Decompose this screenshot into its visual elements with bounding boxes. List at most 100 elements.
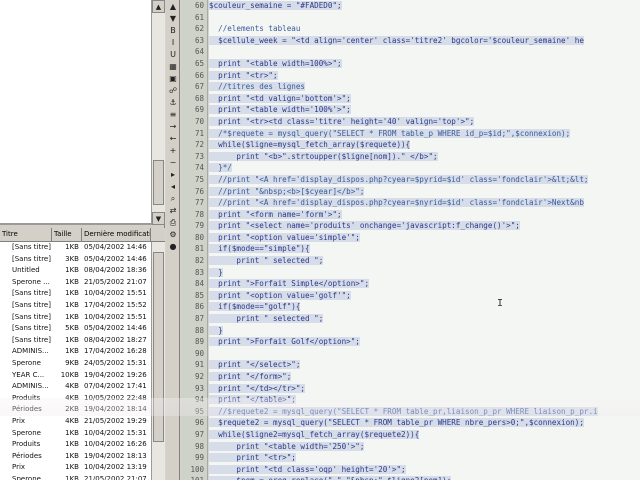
link-icon[interactable]: ☍	[167, 85, 179, 96]
file-row[interactable]: [Sans titre] 1KB 08/04/2002 18:27	[0, 335, 165, 347]
arrow-down-icon[interactable]: ▼	[167, 13, 179, 24]
column-header-title[interactable]: Titre	[0, 228, 52, 241]
line-number: 98	[194, 441, 204, 451]
file-row[interactable]: Prix 1KB 10/04/2002 13:19	[0, 462, 165, 474]
column-header-modified[interactable]: Dernière modificati	[82, 228, 151, 241]
file-row[interactable]: [Sans titre] 3KB 05/04/2002 14:46	[0, 254, 165, 266]
code-line[interactable]: if($mode=="simple"){	[209, 243, 640, 255]
code-line[interactable]: //print "&nbsp;<b>[$cyear]</b>";	[209, 186, 640, 198]
code-line[interactable]: print "<td class='oqp' height='20'>";	[209, 464, 640, 476]
record-icon[interactable]: ●	[167, 241, 179, 252]
code-line[interactable]: print "<tr>";	[209, 70, 640, 82]
table-icon[interactable]: ▦	[167, 61, 179, 72]
code-line[interactable]: print "</form>";	[209, 371, 640, 383]
scroll-thumb[interactable]	[153, 252, 164, 442]
code-text: print "<table width=100%>";	[209, 58, 342, 68]
file-row[interactable]: Sperone 1KB 21/05/2002 21:07	[0, 474, 165, 480]
code-line[interactable]: print "<tr>";	[209, 452, 640, 464]
file-row[interactable]: Sperone 9KB 24/05/2002 15:31	[0, 358, 165, 370]
code-line[interactable]: //titres des lignes	[209, 81, 640, 93]
file-row[interactable]: Produits 1KB 10/04/2002 16:26	[0, 439, 165, 451]
code-line[interactable]: $cellule_week = "<td align='center' clas…	[209, 35, 640, 47]
file-row[interactable]: Prix 4KB 21/05/2002 19:29	[0, 416, 165, 428]
code-line[interactable]: print "<select name='produits' onchange=…	[209, 220, 640, 232]
code-line[interactable]: print ">Forfait Simple</option>";	[209, 278, 640, 290]
file-row[interactable]: Sperone 1KB 10/04/2002 15:31	[0, 428, 165, 440]
code-line[interactable]: print "<table width='100%'>";	[209, 104, 640, 116]
file-row[interactable]: ADMINIS... 4KB 07/04/2002 17:41	[0, 381, 165, 393]
image-icon[interactable]: ▣	[167, 73, 179, 84]
file-row[interactable]: Sperone ... 1KB 21/05/2002 21:07	[0, 277, 165, 289]
top-pane-scrollbar[interactable]: ▲ ▼	[151, 0, 165, 225]
file-row[interactable]: Untitled 1KB 08/04/2002 18:36	[0, 265, 165, 277]
plus-icon[interactable]: +	[167, 145, 179, 156]
code-line[interactable]: //print "<A href='display_dispos.php?cye…	[209, 174, 640, 186]
code-line[interactable]: }*/	[209, 162, 640, 174]
code-editor[interactable]: $couleur_semaine = "#FADED0"; //elements…	[209, 0, 640, 480]
indent-icon[interactable]: →	[167, 121, 179, 132]
file-row[interactable]: Périodes 1KB 19/04/2002 18:13	[0, 451, 165, 463]
code-line[interactable]: //$requete2 = mysql_query("SELECT * FROM…	[209, 406, 640, 418]
scroll-down-icon[interactable]: ▼	[152, 212, 165, 225]
code-line[interactable]	[209, 46, 640, 58]
search-icon[interactable]: ⌕	[167, 193, 179, 204]
file-row[interactable]: [Sans titre] 1KB 05/04/2002 14:46	[0, 242, 165, 254]
code-line[interactable]: }	[209, 325, 640, 337]
code-line[interactable]	[209, 348, 640, 360]
code-line[interactable]: print "</table>";	[209, 394, 640, 406]
code-line[interactable]: print ">Forfait Golf</option>";	[209, 336, 640, 348]
code-line[interactable]: print " selected ";	[209, 313, 640, 325]
replace-icon[interactable]: ⇄	[167, 205, 179, 216]
outdent-icon[interactable]: ←	[167, 133, 179, 144]
code-line[interactable]: if($mode=="golf"){	[209, 301, 640, 313]
file-row[interactable]: [Sans titre] 1KB 10/04/2002 15:51	[0, 312, 165, 324]
code-line[interactable]	[209, 12, 640, 24]
code-line[interactable]: print "<tr><td class='titre' height='40'…	[209, 116, 640, 128]
code-line[interactable]: $requete2 = mysql_query("SELECT * FROM t…	[209, 417, 640, 429]
minus-icon[interactable]: −	[167, 157, 179, 168]
print-icon[interactable]: ⎙	[167, 217, 179, 228]
code-line[interactable]: print "<option value='golf'";	[209, 290, 640, 302]
code-text: //$requete2 = mysql_query("SELECT * FROM…	[209, 406, 598, 416]
code-line[interactable]: //elements tableau	[209, 23, 640, 35]
file-row[interactable]: Produits 4KB 10/05/2002 22:48	[0, 393, 165, 405]
gear-icon[interactable]: ⚙	[167, 229, 179, 240]
file-row[interactable]: [Sans titre] 1KB 17/04/2002 15:52	[0, 300, 165, 312]
arrow-left-icon[interactable]: ◂	[167, 181, 179, 192]
file-row[interactable]: [Sans titre] 5KB 05/04/2002 14:46	[0, 323, 165, 335]
scroll-up-icon[interactable]: ▲	[152, 0, 165, 13]
file-row[interactable]: YEAR C... 10KB 19/04/2002 19:26	[0, 370, 165, 382]
arrow-right-icon[interactable]: ▸	[167, 169, 179, 180]
italic-icon[interactable]: I	[167, 37, 179, 48]
code-line[interactable]: print "<td valign='bottom'>";	[209, 93, 640, 105]
code-text: //titres des lignes	[209, 82, 306, 92]
code-line[interactable]: while($ligne2=mysql_fetch_array($requete…	[209, 429, 640, 441]
top-browser-pane[interactable]: ▲ ▼	[0, 0, 165, 225]
code-line[interactable]: print "<b>".strtoupper($ligne[nom])." </…	[209, 151, 640, 163]
code-line[interactable]: print "<table width='250'>";	[209, 441, 640, 453]
code-line[interactable]: $couleur_semaine = "#FADED0";	[209, 0, 640, 12]
code-line[interactable]: /*$requete = mysql_query("SELECT * FROM …	[209, 128, 640, 140]
column-header-size[interactable]: Taille	[52, 228, 82, 241]
code-line[interactable]: print "<form name='form'>";	[209, 209, 640, 221]
code-line[interactable]: while($ligne=mysql_fetch_array($requete)…	[209, 139, 640, 151]
code-line[interactable]: print "<table width=100%>";	[209, 58, 640, 70]
file-row[interactable]: ADMINIS... 1KB 17/04/2002 16:28	[0, 346, 165, 358]
line-number: 76	[194, 186, 204, 196]
code-line[interactable]: print "</td></tr>";	[209, 383, 640, 395]
file-row[interactable]: Périodes 2KB 19/04/2002 18:14	[0, 404, 165, 416]
underline-icon[interactable]: U	[167, 49, 179, 60]
anchor-icon[interactable]: ⚓	[167, 97, 179, 108]
code-line[interactable]: print "<option value='simple'";	[209, 232, 640, 244]
arrow-up-icon[interactable]: ▲	[167, 1, 179, 12]
file-list-scrollbar[interactable]	[151, 242, 165, 480]
bold-icon[interactable]: B	[167, 25, 179, 36]
code-line[interactable]: }	[209, 267, 640, 279]
code-line[interactable]: //print "<A href='display_dispos.php?cye…	[209, 197, 640, 209]
code-line[interactable]: print "</select>";	[209, 359, 640, 371]
list-icon[interactable]: ≡	[167, 109, 179, 120]
scroll-thumb[interactable]	[153, 160, 164, 205]
code-line[interactable]: print " selected ";	[209, 255, 640, 267]
code-line[interactable]: $nom = ereg_replace(" ","&nbsp;",$ligne2…	[209, 475, 640, 480]
file-row[interactable]: [Sans titre] 1KB 10/04/2002 15:51	[0, 288, 165, 300]
